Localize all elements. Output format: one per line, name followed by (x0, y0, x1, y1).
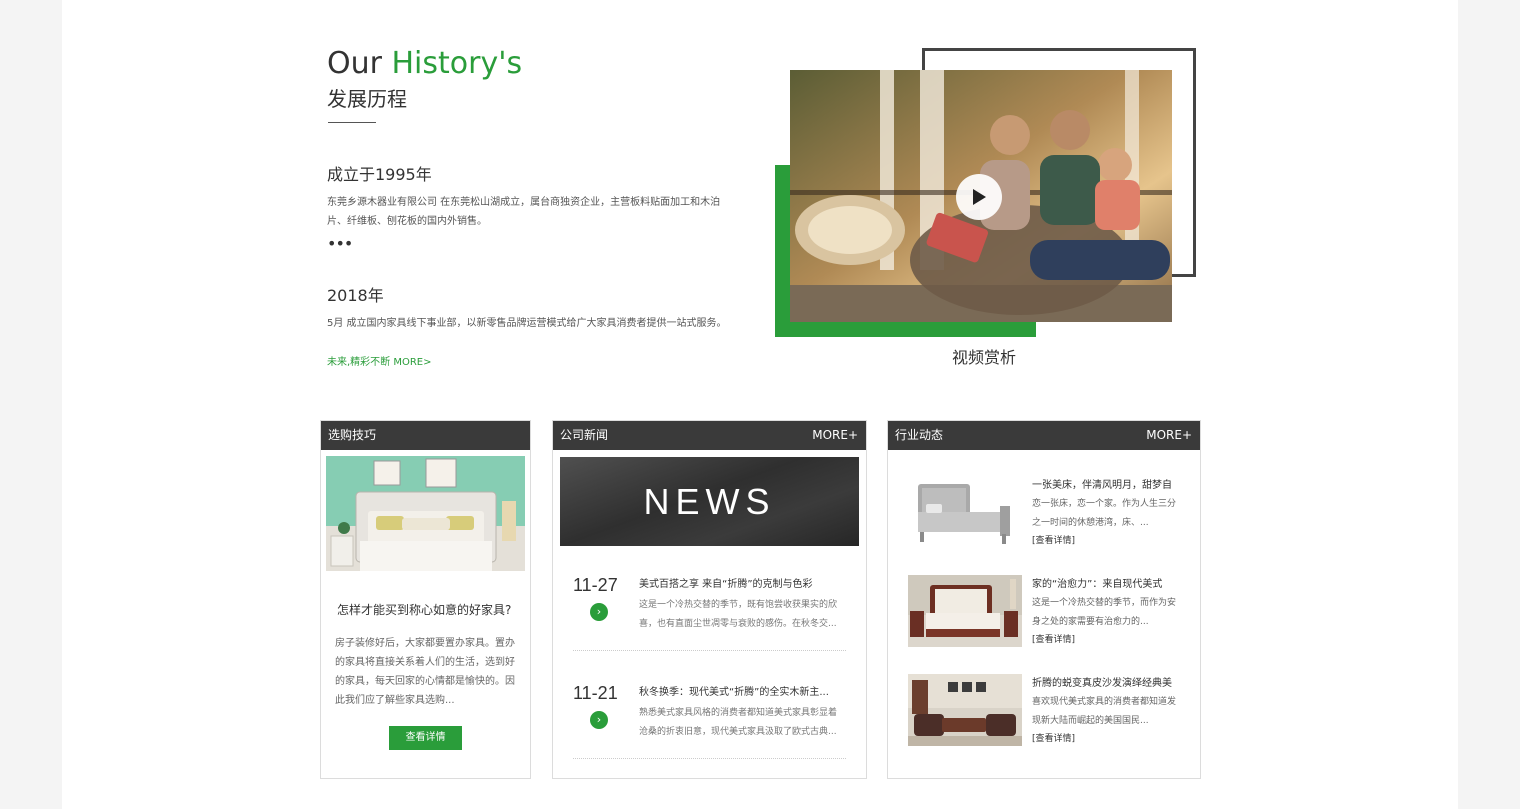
news-item: 11-21 › 秋冬换季：现代美式“折腾”的全实木新主... 熟悉美式家具风格的… (560, 679, 846, 759)
gray-bed-illustration (908, 476, 1022, 548)
industry-news-header: 行业动态 MORE+ (888, 421, 1200, 450)
industry-item-image[interactable] (908, 575, 1022, 647)
company-news-more-link[interactable]: MORE+ (812, 421, 858, 450)
industry-item: 一张美床，伴清风明月，甜梦自 恋一张床，恋一个家。作为人生三分之一时间的休憩港湾… (908, 476, 1198, 556)
history-description-1995: 东莞乡源木器业有限公司 在东莞松山湖成立，属台商独资企业，主营板料贴面加工和木泊… (327, 197, 721, 227)
wooden-bed-illustration (908, 575, 1022, 647)
chevron-right-icon[interactable]: › (590, 711, 608, 729)
industry-item-title[interactable]: 一张美床，伴清风明月，甜梦自 (1032, 476, 1182, 491)
news-item-summary: 这是一个冷热交替的季节，既有饱尝收获果实的欣喜，也有直面尘世凋零与衰败的感伤。在… (639, 600, 838, 629)
tips-article-summary: 房子装修好后，大家都要置办家具。置办的家具将直接关系着人们的生活，选到好的家具，… (335, 638, 515, 706)
tips-panel: 选购技巧 怎样才能买到称心如意的好家具? 房子装修好后，大家都要置办家具。置办的… (320, 420, 531, 779)
video-caption: 视频赏析 (951, 348, 1016, 367)
industry-item-details-link[interactable]: [查看详情] (1032, 731, 1075, 744)
tips-bedroom-image[interactable] (326, 456, 525, 571)
industry-news-title: 行业动态 (895, 428, 944, 442)
company-news-panel: 公司新闻 MORE+ NEWS 11-27 › 美式百搭之享 来自“折腾”的克制… (552, 420, 867, 779)
news-item-date: 11-21 (573, 683, 618, 703)
history-year-2018: 2018年 (327, 286, 384, 305)
news-banner: NEWS (560, 457, 859, 546)
history-description-2018: 5月 成立国内家具线下事业部，以新零售品牌运营模式给广大家具消费者提供一站式服务… (327, 318, 727, 329)
news-item-divider (573, 758, 846, 759)
industry-item-summary: 恋一张床，恋一个家。作为人生三分之一时间的休憩港湾，床、... (1032, 499, 1177, 528)
history-ellipsis: ••• (327, 234, 353, 253)
history-divider (328, 122, 376, 123)
news-item-title[interactable]: 美式百搭之享 来自“折腾”的克制与色彩 (639, 575, 849, 590)
news-item-title[interactable]: 秋冬换季：现代美式“折腾”的全实木新主... (639, 683, 849, 698)
play-button[interactable] (956, 174, 1002, 220)
industry-item-details-link[interactable]: [查看详情] (1032, 632, 1075, 645)
tips-view-details-button[interactable]: 查看详情 (389, 726, 462, 750)
history-title: Our History's (327, 46, 522, 82)
history-more-link[interactable]: 未来,精彩不断 MORE> (327, 353, 432, 368)
play-icon (973, 189, 986, 205)
leather-sofa-illustration (908, 674, 1022, 746)
chevron-right-icon[interactable]: › (590, 603, 608, 621)
tips-panel-header: 选购技巧 (321, 421, 530, 450)
industry-item: 折腾的蜕变真皮沙发演绎经典美 喜欢现代美式家具的消费者都知道发现新大陆而崛起的美… (908, 674, 1198, 754)
industry-item: 家的“治愈力”：来自现代美式 这是一个冷热交替的季节，而作为安身之处的家需要有治… (908, 575, 1198, 655)
industry-item-summary: 喜欢现代美式家具的消费者都知道发现新大陆而崛起的美国国民... (1032, 697, 1177, 726)
industry-item-summary: 这是一个冷热交替的季节，而作为安身之处的家需要有治愈力的... (1032, 598, 1177, 627)
industry-item-title[interactable]: 家的“治愈力”：来自现代美式 (1032, 575, 1182, 590)
tips-panel-title: 选购技巧 (328, 428, 377, 442)
industry-item-image[interactable] (908, 476, 1022, 548)
history-year-1995: 成立于1995年 (327, 165, 432, 184)
news-item: 11-27 › 美式百搭之享 来自“折腾”的克制与色彩 这是一个冷热交替的季节，… (560, 571, 846, 651)
history-title-highlight: History's (391, 46, 523, 81)
industry-item-title[interactable]: 折腾的蜕变真皮沙发演绎经典美 (1032, 674, 1182, 689)
company-news-title: 公司新闻 (560, 428, 609, 442)
bedroom-illustration (326, 456, 525, 571)
industry-item-image[interactable] (908, 674, 1022, 746)
news-item-summary: 熟悉美式家具风格的消费者都知道美式家具彰显着沧桑的折衷旧意，现代美式家具汲取了欧… (639, 708, 838, 737)
industry-item-details-link[interactable]: [查看详情] (1032, 533, 1075, 546)
industry-news-more-link[interactable]: MORE+ (1146, 421, 1192, 450)
tips-article-title[interactable]: 怎样才能买到称心如意的好家具? (337, 601, 517, 618)
news-item-date: 11-27 (573, 575, 618, 595)
news-item-divider (573, 650, 846, 651)
company-news-header: 公司新闻 MORE+ (553, 421, 866, 450)
history-title-prefix: Our (327, 46, 392, 81)
page: Our History's 发展历程 成立于1995年 东莞乡源木器业有限公司 … (62, 0, 1458, 809)
industry-news-panel: 行业动态 MORE+ 一张美床，伴清风明月，甜梦自 恋一张床，恋一个家。作为人生… (887, 420, 1201, 779)
history-subtitle: 发展历程 (327, 87, 407, 111)
